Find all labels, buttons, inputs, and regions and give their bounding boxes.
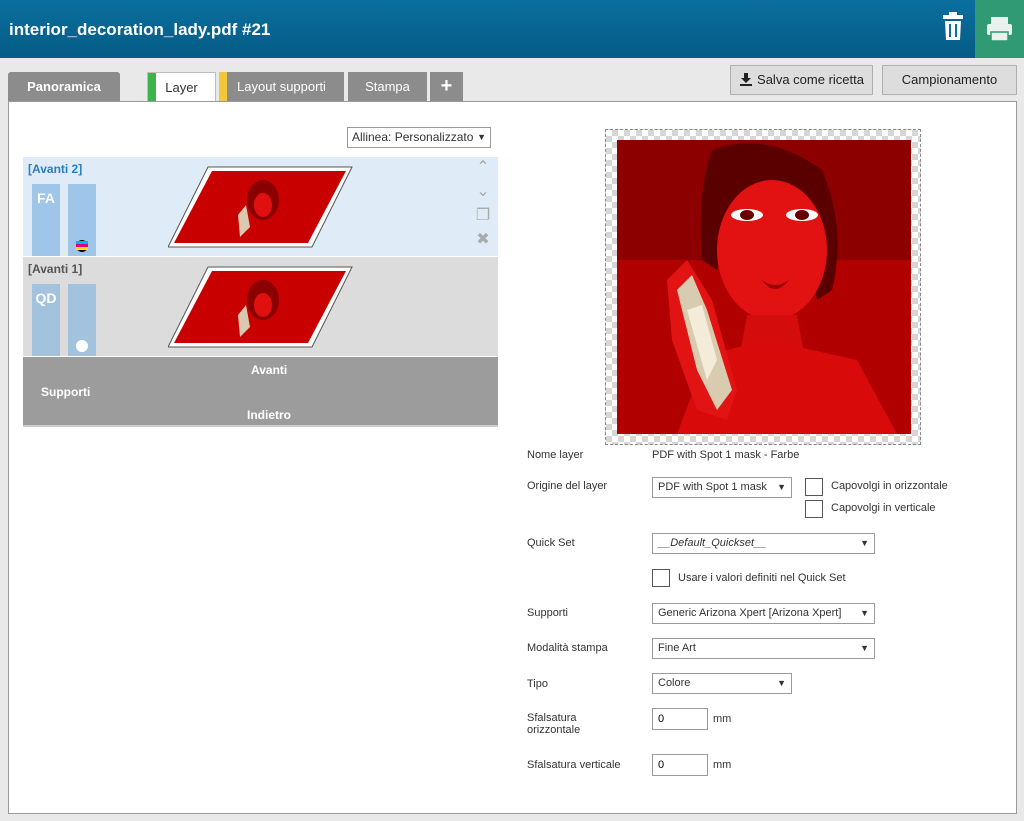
layer-thumbnail	[168, 266, 353, 348]
layer-row[interactable]: [Avanti 1] QD	[23, 257, 498, 356]
white-dot-icon	[76, 340, 88, 352]
printer-icon	[987, 17, 1012, 42]
layer-badge: FA	[32, 184, 60, 256]
download-icon	[740, 73, 753, 86]
preview-image	[617, 140, 911, 434]
add-tab-button[interactable]: +	[430, 72, 463, 101]
delete-icon[interactable]: ✖	[473, 229, 493, 253]
tab-panoramica[interactable]: Panoramica	[8, 72, 120, 101]
move-up-icon[interactable]: ⌃	[473, 157, 493, 181]
tab-layer-label: Layer	[165, 80, 198, 95]
align-value: Allinea: Personalizzato	[352, 130, 474, 144]
chevron-down-icon: ▼	[860, 538, 869, 548]
back-label: Indietro	[247, 408, 291, 422]
flip-vertical-checkbox[interactable]	[805, 500, 823, 518]
offset-horizontal-label-line1: Sfalsatura	[527, 712, 577, 724]
tab-layout-label: Layout supporti	[237, 79, 326, 94]
layout-tab-color	[219, 72, 227, 101]
offset-horizontal-unit: mm	[713, 713, 732, 725]
chevron-down-icon: ▼	[860, 608, 869, 618]
front-label: Avanti	[251, 363, 288, 377]
layer-row[interactable]: [Avanti 2] FA ⌃ ⌄ ❐ ✖	[23, 157, 498, 256]
tab-layer[interactable]: Layer	[147, 72, 216, 103]
align-select[interactable]: Allinea: Personalizzato ▼	[347, 127, 491, 148]
document-title: interior_decoration_lady.pdf #21	[9, 20, 271, 39]
flip-horizontal-checkbox[interactable]	[805, 478, 823, 496]
media-select[interactable]: Generic Arizona Xpert [Arizona Xpert] ▼	[652, 603, 875, 624]
flip-horizontal-label: Capovolgi in orizzontale	[831, 480, 948, 492]
print-mode-label: Modalità stampa	[527, 642, 608, 654]
layer-actions: ⌃ ⌄ ❐ ✖	[473, 157, 495, 253]
tab-stampa[interactable]: Stampa	[348, 72, 427, 101]
chevron-down-icon: ▼	[777, 482, 786, 492]
offset-vertical-label: Sfalsatura verticale	[527, 759, 621, 771]
type-select[interactable]: Colore ▼	[652, 673, 792, 694]
save-recipe-button[interactable]: Salva come ricetta	[730, 65, 873, 95]
print-mode-select[interactable]: Fine Art ▼	[652, 638, 875, 659]
layer-origin-select[interactable]: PDF with Spot 1 mask ▼	[652, 477, 792, 498]
ink-bar	[68, 184, 96, 256]
layer-thumbnail	[168, 166, 353, 248]
media-label: Supporti	[527, 607, 568, 619]
ink-bar	[68, 284, 96, 356]
media-value: Generic Arizona Xpert [Arizona Xpert]	[658, 607, 842, 619]
layer-name: [Avanti 1]	[28, 262, 83, 276]
offset-vertical-unit: mm	[713, 759, 732, 771]
type-value: Colore	[658, 677, 691, 689]
layer-origin-value: PDF with Spot 1 mask	[658, 481, 767, 493]
trash-icon[interactable]	[935, 10, 971, 46]
use-quickset-label: Usare i valori definiti nel Quick Set	[678, 572, 846, 584]
offset-horizontal-input[interactable]	[652, 708, 708, 730]
use-quickset-checkbox[interactable]	[652, 569, 670, 587]
print-mode-value: Fine Art	[658, 642, 696, 654]
layer-tab-color	[148, 73, 156, 103]
save-recipe-label: Salva come ricetta	[757, 72, 864, 87]
quickset-label: Quick Set	[527, 537, 575, 549]
supports-bar: Avanti Supporti Indietro	[23, 357, 498, 427]
layer-name-value: PDF with Spot 1 mask - Farbe	[652, 449, 800, 461]
layer-badge-label: FA	[37, 190, 55, 206]
tab-layout-supporti[interactable]: Layout supporti	[219, 72, 344, 101]
copy-icon[interactable]: ❐	[473, 205, 493, 229]
layer-origin-label: Origine del layer	[527, 480, 608, 492]
layer-name-label: Nome layer	[527, 449, 584, 461]
offset-horizontal-label: Sfalsatura orizzontale	[527, 712, 580, 736]
layer-badge-label: QD	[35, 290, 57, 306]
chevron-down-icon: ▼	[777, 678, 786, 688]
type-label: Tipo	[527, 678, 548, 690]
quickset-value: __Default_Quickset__	[658, 537, 767, 549]
sampling-button[interactable]: Campionamento	[882, 65, 1017, 95]
title-bar: interior_decoration_lady.pdf #21	[0, 0, 1024, 58]
flip-vertical-label: Capovolgi in verticale	[831, 502, 936, 514]
chevron-down-icon: ▼	[860, 643, 869, 653]
move-down-icon[interactable]: ⌄	[473, 181, 493, 205]
layer-name: [Avanti 2]	[28, 162, 83, 176]
cmyk-dot-icon	[76, 240, 88, 252]
quickset-select[interactable]: __Default_Quickset__ ▼	[652, 533, 875, 554]
print-button[interactable]	[975, 0, 1024, 58]
layer-preview	[605, 129, 921, 445]
supports-label: Supporti	[41, 385, 91, 399]
offset-horizontal-label-line2: orizzontale	[527, 724, 581, 736]
layer-badge: QD	[32, 284, 60, 356]
offset-vertical-input[interactable]	[652, 754, 708, 776]
chevron-down-icon: ▼	[477, 132, 486, 142]
